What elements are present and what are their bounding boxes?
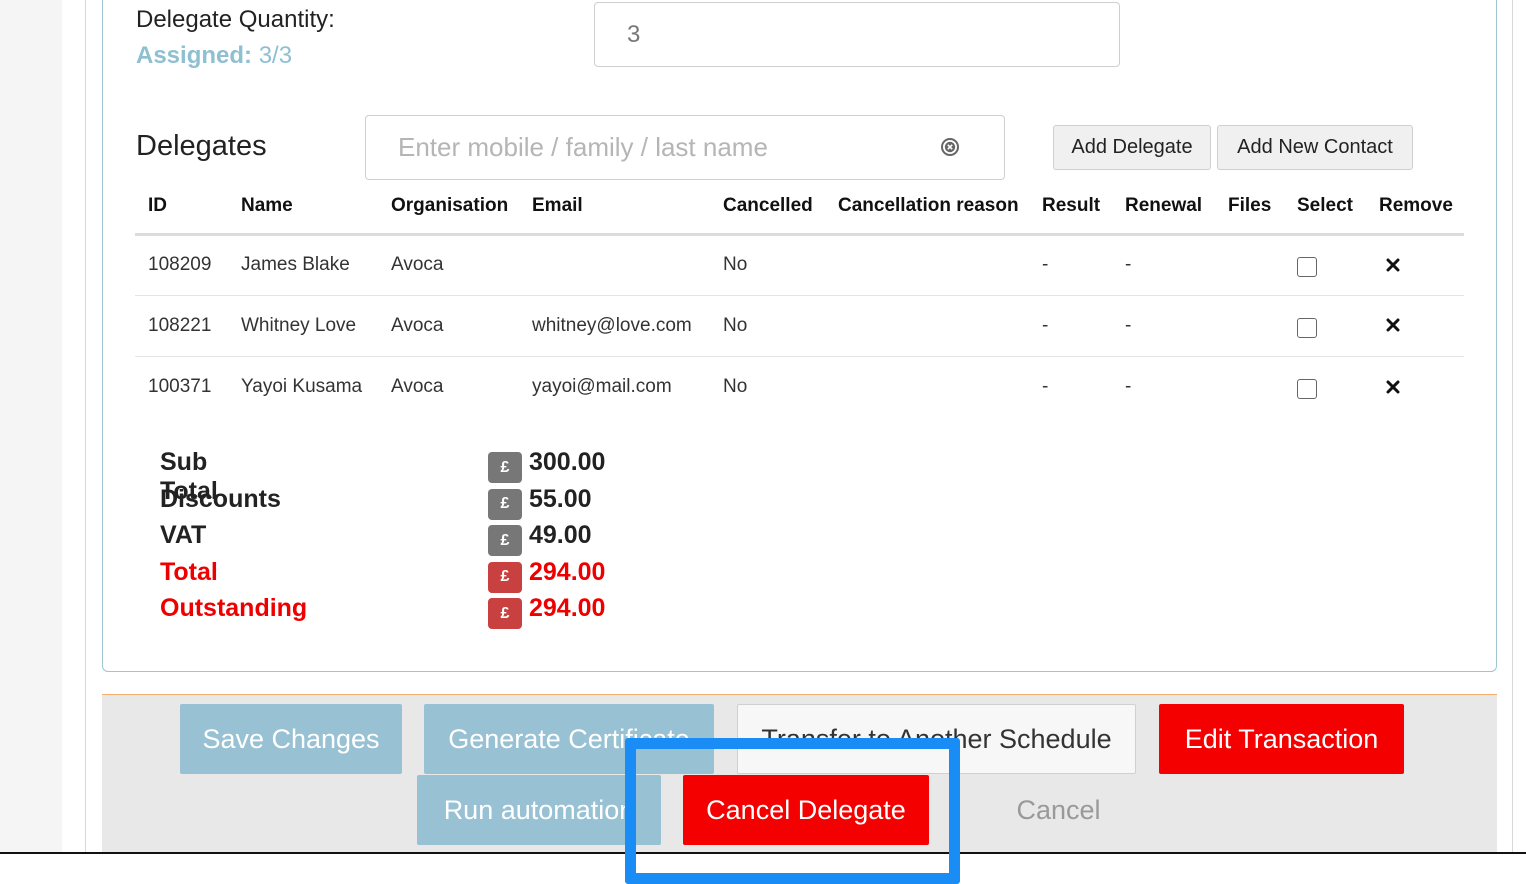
cell-select	[1284, 234, 1366, 296]
cell-remove	[1366, 295, 1464, 357]
column-header-id[interactable]: ID	[135, 180, 228, 236]
cell-cancellation-reason	[825, 356, 1029, 417]
cell-cancellation-reason	[825, 234, 1029, 296]
cell-name: Whitney Love	[228, 295, 378, 357]
cell-cancelled: No	[710, 234, 825, 296]
cell-name: James Blake	[228, 234, 378, 296]
cell-remove	[1366, 234, 1464, 296]
sub-total-value: 300.00	[529, 448, 606, 476]
currency-badge: £	[488, 525, 522, 557]
discounts-label: Discounts	[160, 484, 281, 513]
cell-organisation: Avoca	[378, 234, 519, 296]
cell-cancellation-reason	[825, 295, 1029, 357]
cell-files	[1215, 234, 1284, 296]
cell-remove	[1366, 356, 1464, 417]
select-checkbox[interactable]	[1297, 378, 1317, 399]
delegate-search-box	[365, 115, 1005, 180]
total-label: Total	[160, 557, 218, 586]
delegate-quantity-input[interactable]	[594, 2, 1120, 67]
vat-value: 49.00	[529, 521, 592, 550]
outstanding-value: 294.00	[529, 594, 606, 623]
delegate-search-input[interactable]	[366, 116, 926, 179]
clear-circle-icon[interactable]	[940, 137, 960, 157]
cell-email: whitney@love.com	[519, 295, 710, 357]
cell-organisation: Avoca	[391, 375, 444, 397]
table-row: 108221 Whitney Love Avoca whitney@love.c…	[135, 295, 1464, 357]
add-new-contact-button[interactable]: Add New Contact	[1217, 125, 1413, 170]
close-x-icon[interactable]	[1386, 258, 1400, 272]
cell-organisation: Avoca	[378, 295, 519, 357]
delegate-quantity-label: Delegate Quantity:	[136, 6, 335, 33]
cell-result: -	[1042, 375, 1049, 397]
column-header-cancellation-reason[interactable]: Cancellation reason	[825, 180, 1029, 236]
save-changes-button[interactable]: Save Changes	[180, 704, 402, 774]
edit-transaction-button[interactable]: Edit Transaction	[1159, 704, 1404, 774]
cell-select	[1284, 356, 1366, 417]
cancel-button[interactable]: Cancel	[986, 775, 1131, 845]
select-checkbox[interactable]	[1297, 257, 1317, 277]
cell-id: 108221	[135, 295, 228, 357]
currency-badge: £	[488, 598, 522, 630]
add-delegate-button[interactable]: Add Delegate	[1053, 125, 1211, 170]
cell-files	[1215, 356, 1284, 417]
cell-email	[519, 234, 710, 296]
currency-badge: £	[488, 488, 522, 520]
column-header-files[interactable]: Files	[1215, 180, 1284, 236]
delegates-section-title: Delegates	[136, 130, 267, 162]
cell-id: 100371	[148, 375, 212, 397]
cell-cancelled: No	[710, 295, 825, 357]
column-header-organisation[interactable]: Organisation	[378, 180, 519, 236]
assigned-count: Assigned: 3/3	[136, 42, 292, 70]
cell-email: yayoi@mail.com	[532, 375, 672, 397]
assigned-label: Assigned:	[136, 42, 253, 69]
total-value: 294.00	[529, 557, 606, 586]
outstanding-label: Outstanding	[160, 594, 308, 623]
assigned-value: 3/3	[258, 42, 293, 69]
column-header-name[interactable]: Name	[228, 180, 378, 236]
cell-renewal: -	[1112, 295, 1215, 357]
close-x-icon[interactable]	[1386, 318, 1400, 332]
table-row: 100371 Yayoi Kusama Avoca yayoi@mail.com…	[135, 356, 1464, 417]
column-header-renewal[interactable]: Renewal	[1112, 180, 1215, 236]
cell-id: 108209	[135, 234, 228, 296]
close-x-icon[interactable]	[1386, 380, 1400, 394]
left-sidebar-rail	[0, 0, 62, 852]
column-header-cancelled[interactable]: Cancelled	[710, 180, 825, 236]
delegates-table: ID Name Organisation Email Cancelled Can…	[135, 180, 1464, 417]
cell-select	[1284, 295, 1366, 357]
column-header-remove: Remove	[1366, 180, 1464, 236]
table-header-row: ID Name Organisation Email Cancelled Can…	[135, 180, 1464, 236]
cell-result: -	[1029, 295, 1112, 357]
table-row: 108209 James Blake Avoca No - -	[135, 234, 1464, 296]
column-header-select: Select	[1284, 180, 1366, 236]
cell-name: Yayoi Kusama	[241, 375, 363, 397]
cell-renewal: -	[1125, 375, 1132, 397]
cell-result: -	[1029, 234, 1112, 296]
currency-badge: £	[488, 452, 522, 483]
discounts-value: 55.00	[529, 484, 592, 513]
cell-cancelled: No	[723, 375, 748, 397]
currency-badge: £	[488, 561, 522, 593]
target-highlight-box	[625, 738, 960, 884]
vat-label: VAT	[160, 521, 207, 550]
column-header-email[interactable]: Email	[519, 180, 710, 236]
cell-renewal: -	[1112, 234, 1215, 296]
page-border-right	[1512, 0, 1513, 852]
select-checkbox[interactable]	[1297, 317, 1317, 338]
cell-files	[1215, 295, 1284, 357]
page-border-left	[85, 0, 86, 852]
column-header-result[interactable]: Result	[1029, 180, 1112, 236]
